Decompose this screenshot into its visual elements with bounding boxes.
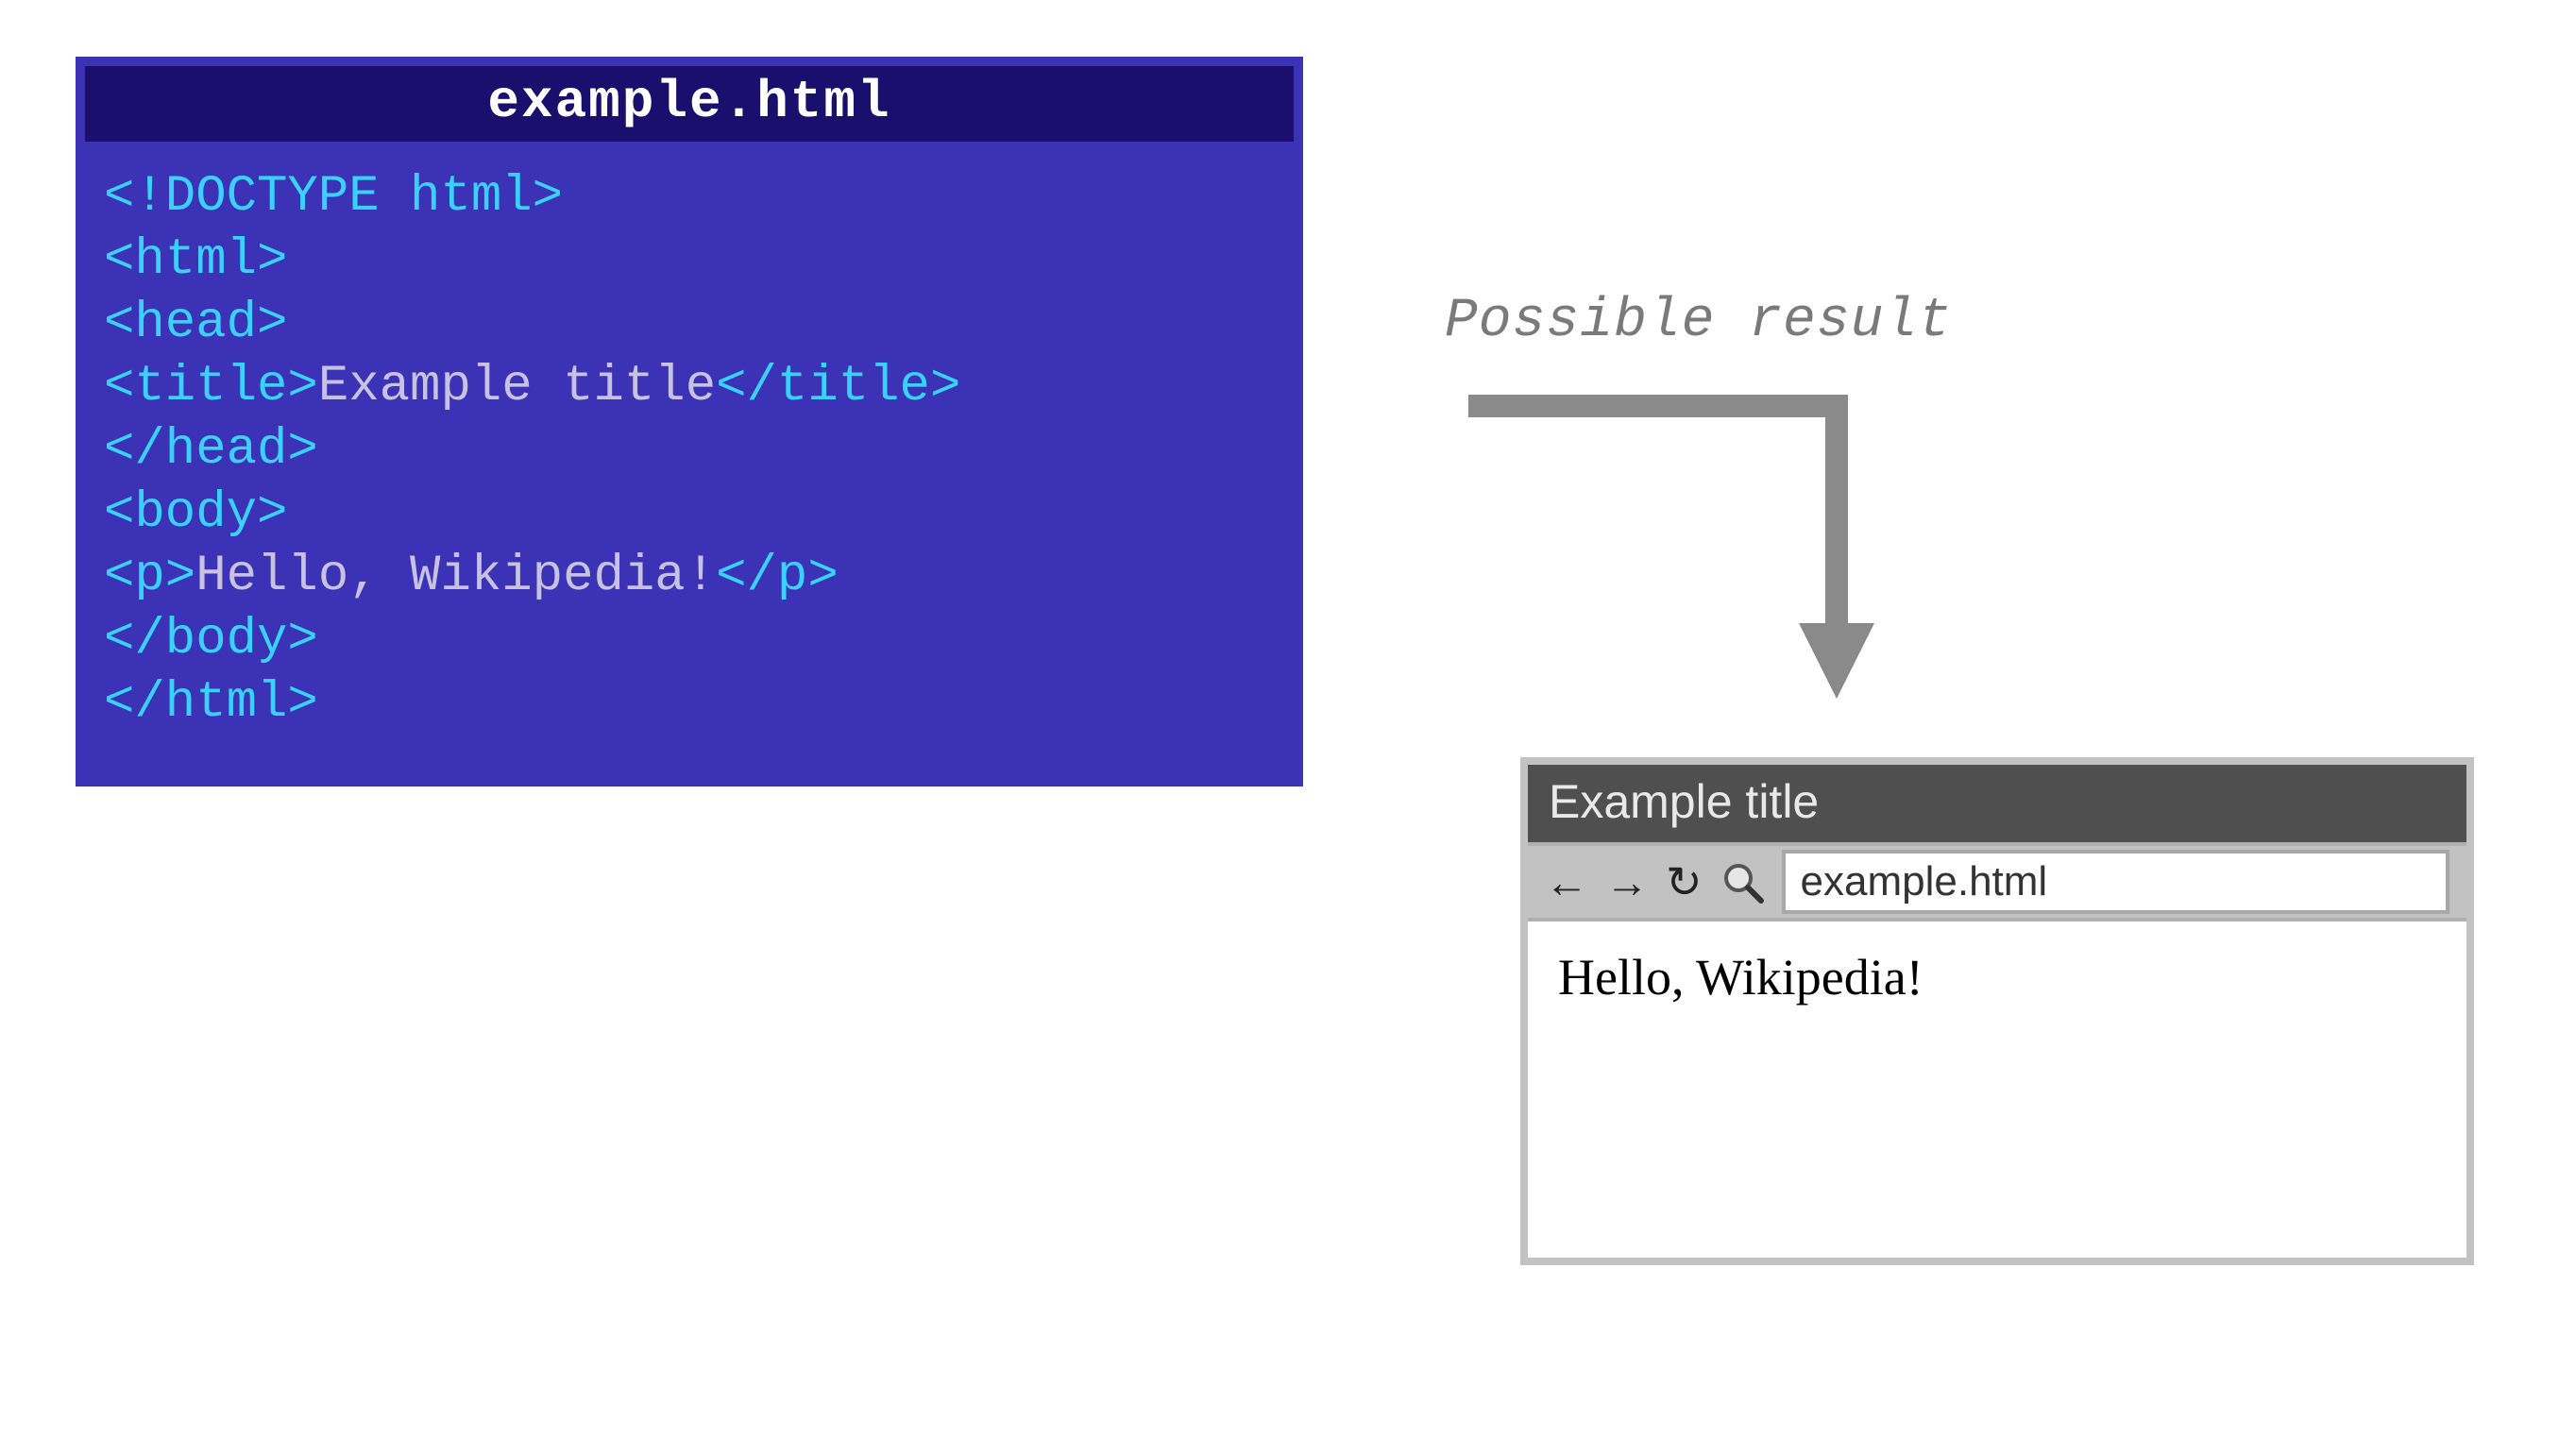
search-icon[interactable] xyxy=(1720,859,1765,905)
reload-icon[interactable]: ↻ xyxy=(1666,860,1703,904)
code-line-head-open: <head> xyxy=(104,295,287,352)
page-text: Hello, Wikipedia! xyxy=(1558,949,1924,1006)
arrow-icon xyxy=(1459,387,1903,708)
browser-window: Example title ← → ↻ example.html Hello, … xyxy=(1520,757,2474,1265)
code-body: <!DOCTYPE html> <html> <head> <title>Exa… xyxy=(81,142,1297,781)
code-line-doctype: <!DOCTYPE html> xyxy=(104,168,563,226)
result-caption: Possible result xyxy=(1445,291,1952,352)
code-tag-p-close: </p> xyxy=(716,548,839,605)
address-bar[interactable]: example.html xyxy=(1782,850,2449,914)
code-text-p: Hello, Wikipedia! xyxy=(195,548,716,605)
code-tag-title-close: </title> xyxy=(716,358,960,415)
back-icon[interactable]: ← xyxy=(1545,860,1588,904)
code-line-html-close: </html> xyxy=(104,674,318,732)
browser-titlebar: Example title xyxy=(1528,765,2466,842)
code-line-head-close: </head> xyxy=(104,421,318,479)
browser-content: Hello, Wikipedia! xyxy=(1528,918,2466,1258)
code-line-body-open: <body> xyxy=(104,484,287,542)
code-filename: example.html xyxy=(85,66,1294,142)
address-text: example.html xyxy=(1801,858,2048,905)
code-editor-panel: example.html <!DOCTYPE html> <html> <hea… xyxy=(76,57,1303,786)
code-text-title: Example title xyxy=(318,358,716,415)
code-tag-title-open: <title> xyxy=(104,358,318,415)
browser-toolbar: ← → ↻ example.html xyxy=(1528,842,2466,918)
code-tag-p-open: <p> xyxy=(104,548,195,605)
code-line-body-close: </body> xyxy=(104,611,318,668)
code-line-html-open: <html> xyxy=(104,231,287,289)
forward-icon[interactable]: → xyxy=(1605,860,1649,904)
